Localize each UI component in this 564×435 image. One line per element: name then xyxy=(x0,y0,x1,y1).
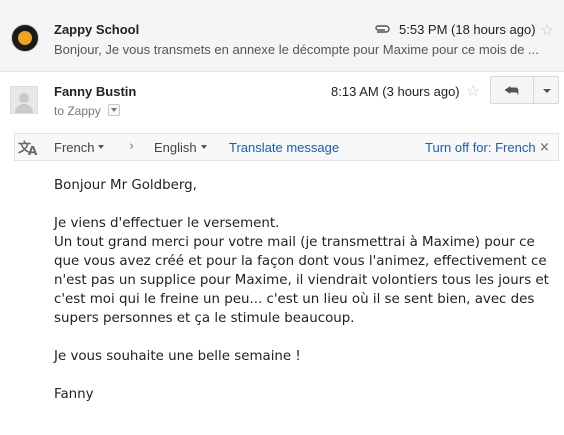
message-time: 8:13 AM (3 hours ago) xyxy=(331,84,460,99)
translate-icon: 文 A xyxy=(18,141,38,158)
chevron-down-icon xyxy=(543,89,551,93)
star-icon[interactable]: ☆ xyxy=(466,83,480,99)
reply-icon: ⮪ xyxy=(504,81,519,100)
reply-button[interactable]: ⮪ xyxy=(490,76,534,104)
more-actions-button[interactable] xyxy=(533,76,559,104)
avatar xyxy=(10,86,38,114)
body-line: Je viens d'effectuer le versement. xyxy=(54,216,280,231)
chevron-down-icon xyxy=(111,108,117,112)
star-icon[interactable]: ☆ xyxy=(540,22,554,38)
body-line: supers personnes et ça le stimule beauco… xyxy=(54,311,355,326)
attachment-icon xyxy=(375,25,390,33)
translate-message-link[interactable]: Translate message xyxy=(229,140,339,155)
source-language-dropdown[interactable]: French xyxy=(54,140,105,155)
sender-logo xyxy=(11,24,39,52)
greeting: Bonjour Mr Goldberg, xyxy=(54,178,197,193)
collapsed-message-time: 5:53 PM (18 hours ago) xyxy=(399,22,536,37)
show-details-button[interactable] xyxy=(108,104,120,116)
message-snippet: Bonjour, Je vous transmets en annexe le … xyxy=(54,42,539,57)
chevron-right-icon: › xyxy=(129,139,135,154)
body-line: n'est pas un supplice pour Maxime, il vi… xyxy=(54,273,549,288)
dropdown-icon xyxy=(200,144,207,149)
dropdown-icon xyxy=(98,144,105,149)
close-icon[interactable]: × xyxy=(539,140,550,155)
collapsed-sender-name: Zappy School xyxy=(54,22,140,37)
target-language-dropdown[interactable]: English xyxy=(154,140,207,155)
recipient-line: to Zappy xyxy=(54,104,101,118)
body-line: Un tout grand merci pour votre mail (je … xyxy=(54,235,535,250)
body-line: que vous avez créé et pour la façon dont… xyxy=(54,254,547,269)
body-line: c'est moi qui le freine un peu... c'est … xyxy=(54,292,535,307)
sender-name[interactable]: Fanny Bustin xyxy=(54,84,136,99)
message-body: Bonjour Mr Goldberg, Je viens d'effectue… xyxy=(54,176,549,404)
avatar-head xyxy=(19,93,29,103)
turn-off-translation-link[interactable]: Turn off for: French xyxy=(425,140,536,155)
avatar-body xyxy=(15,104,33,113)
logo-emblem xyxy=(18,31,32,45)
closing-line: Je vous souhaite une belle semaine ! xyxy=(54,349,301,364)
signature: Fanny xyxy=(54,387,94,402)
